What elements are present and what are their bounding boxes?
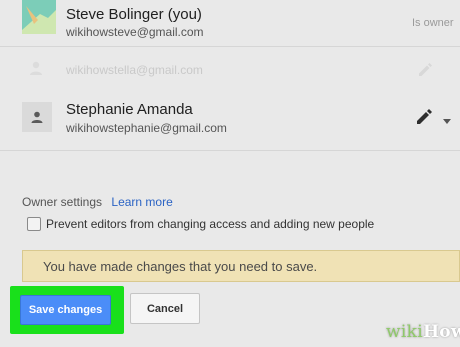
owner-role-tag: Is owner	[412, 17, 454, 29]
collaborator-row-stephanie: Stephanie Amanda wikihowstephanie@gmail.…	[0, 96, 460, 142]
stella-email: wikihowstella@gmail.com	[66, 63, 203, 77]
edit-pencil-icon[interactable]	[416, 60, 434, 83]
stephanie-avatar	[22, 102, 52, 132]
owner-avatar	[22, 0, 56, 34]
unsaved-changes-notice: You have made changes that you need to s…	[22, 250, 460, 282]
learn-more-link[interactable]: Learn more	[111, 195, 172, 209]
prevent-editors-checkbox[interactable]	[27, 217, 41, 231]
watermark-how: How	[422, 322, 460, 342]
owner-name: Steve Bolinger (you)	[66, 6, 202, 23]
collaborator-row-stella: wikihowstella@gmail.com	[0, 52, 460, 88]
person-icon	[28, 60, 44, 81]
owner-settings: Owner settings Learn more	[22, 195, 173, 209]
watermark-wiki: wiki	[386, 322, 423, 342]
wikihow-watermark: wikiHow	[386, 322, 460, 342]
stephanie-email: wikihowstephanie@gmail.com	[66, 121, 227, 135]
save-changes-button[interactable]: Save changes	[20, 295, 111, 325]
notice-text: You have made changes that you need to s…	[43, 259, 318, 274]
cancel-button[interactable]: Cancel	[130, 293, 200, 324]
divider	[0, 150, 460, 151]
collaborator-row-owner: Steve Bolinger (you) wikihowsteve@gmail.…	[0, 0, 460, 44]
person-icon	[31, 111, 43, 123]
photo-avatar-icon	[22, 0, 56, 34]
stephanie-name: Stephanie Amanda	[66, 101, 193, 118]
prevent-editors-label: Prevent editors from changing access and…	[46, 217, 375, 231]
owner-email: wikihowsteve@gmail.com	[66, 25, 204, 39]
divider	[0, 46, 460, 47]
edit-pencil-icon[interactable]	[414, 106, 434, 131]
chevron-down-icon[interactable]	[443, 112, 451, 130]
owner-settings-label: Owner settings	[22, 195, 103, 209]
